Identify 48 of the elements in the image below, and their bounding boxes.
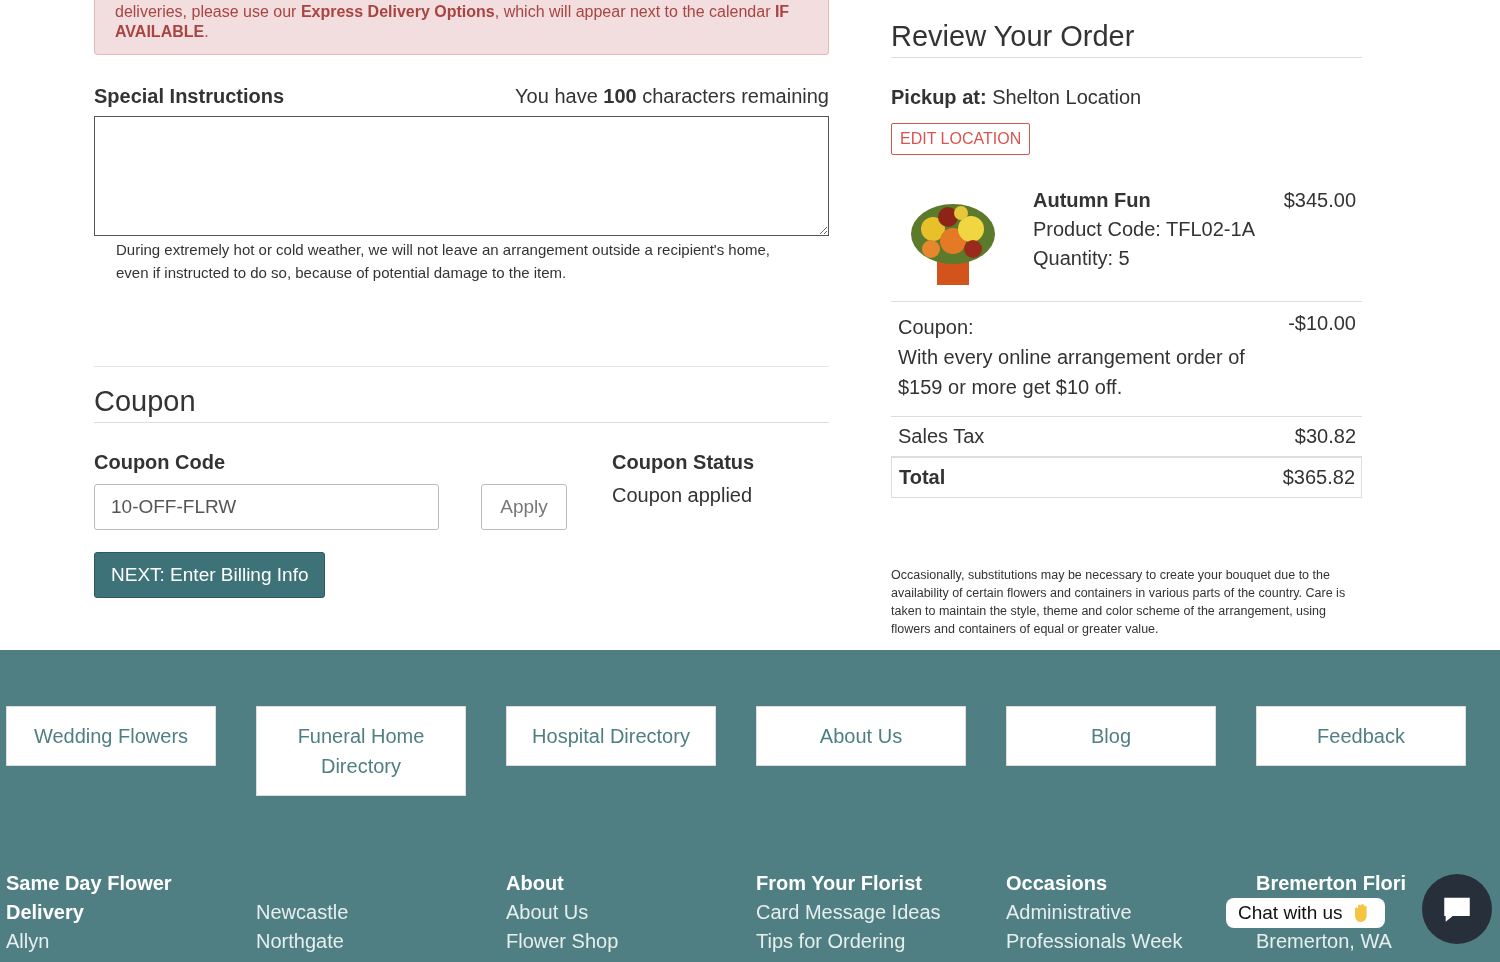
footer-link-button[interactable]: Hospital Directory: [506, 706, 716, 766]
footer-link-button[interactable]: Blog: [1006, 706, 1216, 766]
coupon-description: With every online arrangement order of $159 or more get $10 off.: [898, 345, 1246, 400]
footer-heading: Bremerton Flori: [1256, 871, 1407, 896]
product-price: $345.00: [1283, 189, 1356, 213]
coupon-label: Coupon:: [898, 315, 975, 340]
footer-link[interactable]: Card Message Ideas: [756, 898, 941, 927]
total-label: Total: [899, 466, 946, 489]
footer-heading: About: [506, 871, 564, 896]
footer-link[interactable]: Newcastle: [256, 898, 349, 927]
next-button[interactable]: NEXT: Enter Billing Info: [94, 552, 326, 598]
coupon-code-field[interactable]: 10-OFF-FLRW: [94, 484, 439, 530]
chat-bubble[interactable]: Chat with us: [1226, 898, 1385, 928]
coupon-code-label: Coupon Code: [94, 451, 227, 474]
alert-message: deliveries, please use our Express Delivery Options, which will appear next to the calendar IF AVAILABLE.: [94, 0, 829, 55]
footer-link[interactable]: About Us: [506, 898, 589, 927]
footer-link[interactable]: Bremerton, WA: [1256, 927, 1392, 956]
footer-heading: Same Day Flower Delivery: [6, 871, 173, 925]
coupon-heading: Coupon: [94, 385, 829, 423]
footer-link-button[interactable]: About Us: [756, 706, 966, 766]
sales-tax-label: Sales Tax: [898, 425, 985, 448]
footer-link[interactable]: Administrative Professionals Week: [1006, 898, 1215, 956]
footer-link-button[interactable]: Feedback: [1256, 706, 1466, 766]
sales-tax-amount: $30.82: [1294, 425, 1356, 448]
coupon-amount: -$10.00: [1288, 312, 1356, 336]
product-name: Autumn Fun: [1033, 189, 1152, 212]
product-quantity: Quantity: 5: [1033, 247, 1131, 270]
review-heading: Review Your Order: [891, 20, 1362, 58]
total-amount: $365.82: [1282, 466, 1355, 489]
product-code: Product Code: TFL02-1A: [1033, 218, 1256, 241]
coupon-status-label: Coupon Status: [612, 451, 755, 474]
edit-location-button[interactable]: EDIT LOCATION: [891, 123, 1031, 155]
characters-remaining: You have 100 characters remaining: [515, 85, 829, 108]
weather-note: During extremely hot or cold weather, we will not leave an arrangement outside a recipient's home, even if instructed to do so, because of potential damage to the item.: [116, 240, 772, 283]
coupon-status: Coupon applied: [612, 484, 754, 507]
instructions-field[interactable]: [94, 116, 829, 236]
footer-link[interactable]: Tips for Ordering: [756, 927, 906, 956]
pickup-location: Pickup at: Shelton Location: [891, 86, 1143, 109]
apply-button[interactable]: Apply: [481, 484, 567, 530]
footer-link[interactable]: Flower Shop: [506, 927, 619, 956]
special-instructions-label: Special Instructions: [94, 85, 285, 108]
substitution-disclaimer: Occasionally, substitutions may be necessary to create your bouquet due to the availability of certain flowers and containers in various parts of the country. Care is taken to maintain the style, theme and color scheme of the arrangement, using flowers and containers of equal or greater value.: [891, 567, 1347, 638]
footer-link[interactable]: Allyn: [6, 927, 50, 956]
footer-link-button[interactable]: Funeral Home Directory: [256, 706, 466, 796]
footer-link[interactable]: Northgate: [256, 927, 344, 956]
footer-heading: Occasions: [1006, 871, 1108, 896]
footer-heading: From Your Florist: [756, 871, 922, 896]
footer-link-button[interactable]: Wedding Flowers: [6, 706, 216, 766]
